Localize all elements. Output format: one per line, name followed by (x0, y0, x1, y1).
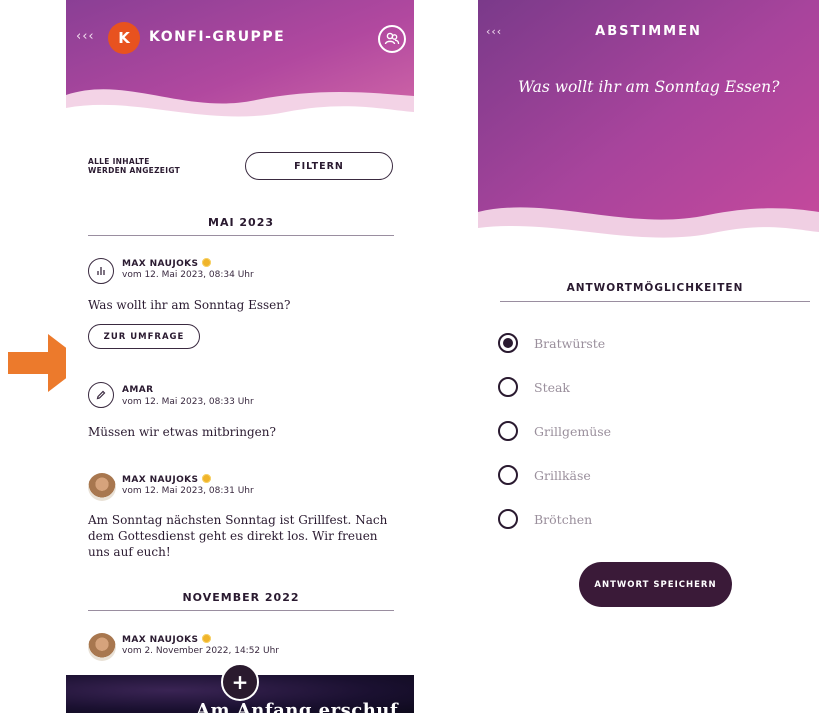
pencil-icon (88, 382, 114, 408)
poll-icon (88, 258, 114, 284)
post-timestamp: vom 2. November 2022, 14:52 Uhr (122, 646, 280, 656)
radio-unselected[interactable] (498, 421, 518, 441)
open-survey-button[interactable]: ZUR UMFRAGE (88, 324, 200, 349)
radio-dot (503, 338, 513, 348)
poll-option-label: Grillgemüse (534, 423, 612, 439)
post-text: Am Sonntag nächsten Sonntag ist Grillfes… (88, 513, 388, 559)
author-avatar (88, 473, 116, 501)
post-author: AMAR (122, 385, 154, 395)
back-button[interactable]: ‹‹‹ (76, 29, 95, 44)
radio-unselected[interactable] (498, 465, 518, 485)
post-timestamp: vom 12. Mai 2023, 08:33 Uhr (122, 397, 254, 407)
users-icon (384, 32, 400, 45)
post-text: Müssen wir etwas mitbringen? (88, 425, 276, 439)
members-button[interactable] (378, 25, 406, 53)
post-author-name: MAX NAUJOKS (122, 259, 199, 269)
verified-badge-icon (202, 634, 212, 643)
radio-unselected[interactable] (498, 509, 518, 529)
month-heading: NOVEMBER 2022 (88, 591, 394, 611)
post-author: MAX NAUJOKS (122, 634, 212, 645)
footer-banner-text: Am Anfang erschuf (196, 700, 399, 713)
save-answer-button[interactable]: ANTWORT SPEICHERN (579, 562, 732, 607)
radio-unselected[interactable] (498, 377, 518, 397)
poll-option[interactable]: Steak (498, 377, 570, 397)
poll-option-label: Steak (534, 379, 571, 395)
post-author-name: MAX NAUJOKS (122, 475, 199, 485)
poll-option[interactable]: Grillgemüse (498, 421, 611, 441)
poll-option[interactable]: Brötchen (498, 509, 592, 529)
poll-option[interactable]: Grillkäse (498, 465, 591, 485)
post-author: MAX NAUJOKS (122, 258, 212, 269)
options-heading: ANTWORTMÖGLICHKEITEN (500, 282, 810, 302)
verified-badge-icon (202, 258, 212, 267)
post-timestamp: vom 12. Mai 2023, 08:31 Uhr (122, 486, 254, 496)
filter-status-line2: WERDEN ANGEZEIGT (88, 166, 181, 175)
radio-selected[interactable] (498, 333, 518, 353)
filter-status-line1: ALLE INHALTE (88, 157, 150, 166)
author-avatar (88, 633, 116, 661)
poll-option-label: Grillkäse (534, 467, 591, 483)
poll-question: Was wollt ihr am Sonntag Essen? (518, 78, 780, 96)
poll-option-label: Bratwürste (534, 335, 606, 351)
vote-screen: ‹‹‹ ABSTIMMEN Was wollt ihr am Sonntag E… (478, 0, 819, 713)
post-author: MAX NAUJOKS (122, 474, 212, 485)
verified-badge-icon (202, 474, 212, 483)
group-avatar: K (108, 22, 140, 54)
poll-option-label: Brötchen (534, 511, 593, 527)
add-post-button[interactable]: + (221, 663, 259, 701)
poll-option[interactable]: Bratwürste (498, 333, 605, 353)
post-timestamp: vom 12. Mai 2023, 08:34 Uhr (122, 270, 254, 280)
post-author-name: MAX NAUJOKS (122, 635, 199, 645)
page-title: KONFI-GRUPPE (149, 29, 286, 45)
page-title: ABSTIMMEN (595, 24, 702, 39)
feed-screen: ‹‹‹ K KONFI-GRUPPE ALLE INHALTE WERDEN A… (66, 0, 414, 713)
month-heading: MAI 2023 (88, 216, 394, 236)
header-wave-background (66, 0, 414, 130)
filter-status: ALLE INHALTE WERDEN ANGEZEIGT (88, 157, 180, 175)
filter-button[interactable]: FILTERN (245, 152, 393, 180)
post-text: Was wollt ihr am Sonntag Essen? (88, 298, 291, 312)
